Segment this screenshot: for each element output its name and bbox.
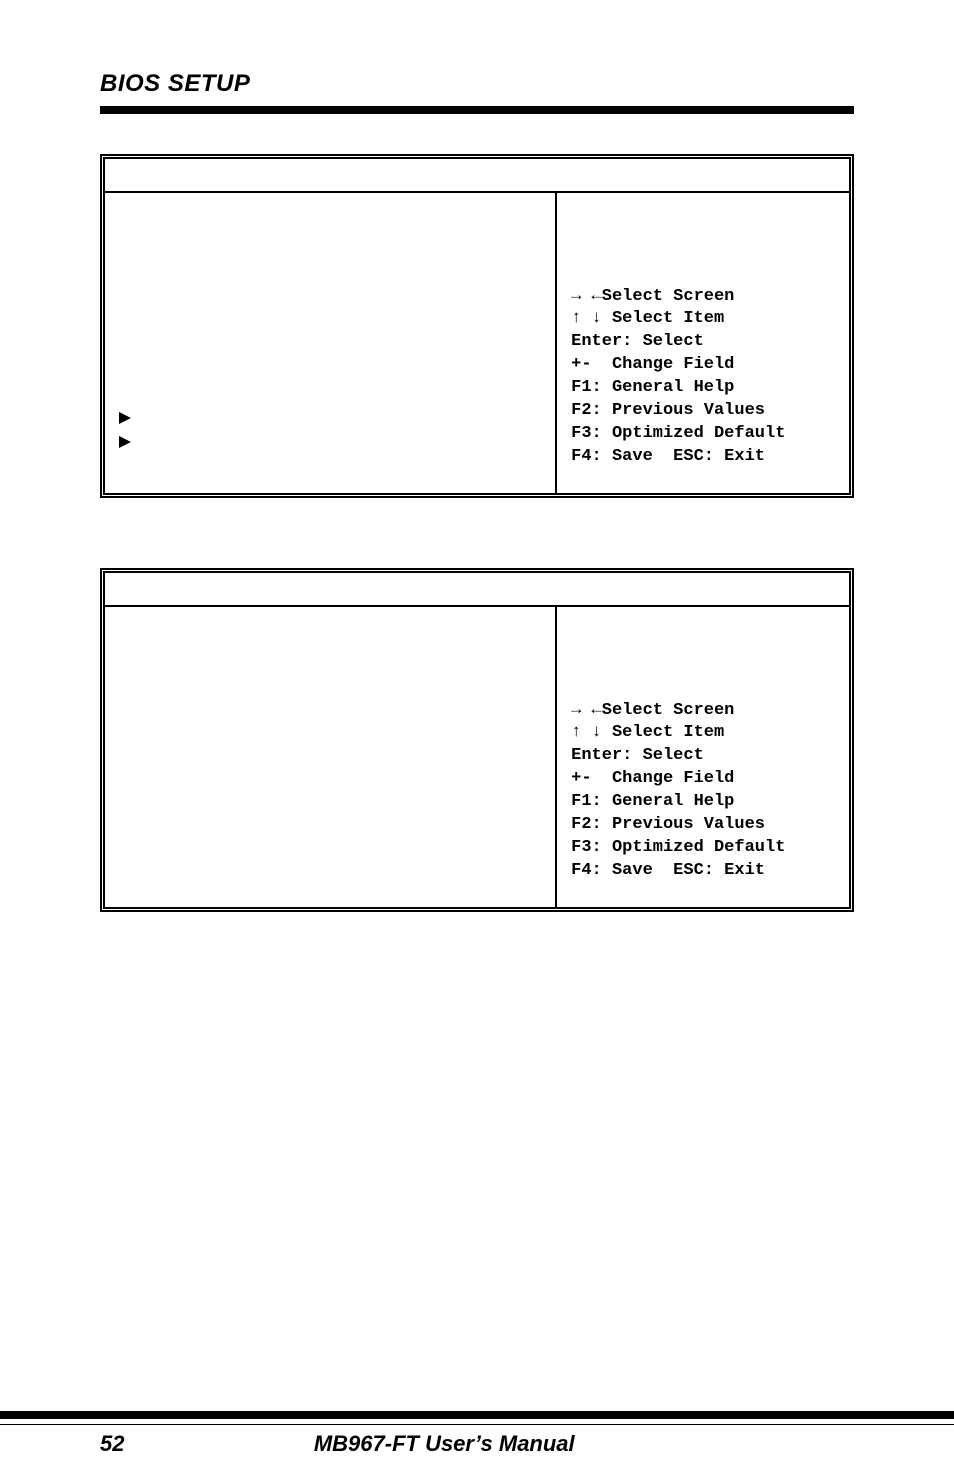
- submenu-icon: [119, 436, 131, 448]
- help-line: → ←Select Screen: [571, 700, 835, 723]
- footer-bar-thick: [0, 1411, 954, 1419]
- help-line: F3: Optimized Default: [571, 423, 835, 446]
- footer-bar-thin: [0, 1424, 954, 1425]
- help-line: F2: Previous Values: [571, 814, 835, 837]
- menu-item[interactable]: [119, 431, 137, 455]
- help-line: F4: Save ESC: Exit: [571, 860, 835, 883]
- bios-menu-tabs: [105, 159, 849, 193]
- bios-left-pane: [105, 607, 555, 907]
- help-line: → ←Select Screen: [571, 286, 835, 309]
- manual-title: MB967-FT User’s Manual: [74, 1431, 814, 1457]
- help-line: F1: General Help: [571, 791, 835, 814]
- bios-panel-1: → ←Select Screen ↑ ↓ Select Item Enter: …: [100, 154, 854, 498]
- bios-left-pane: [105, 193, 555, 493]
- help-line: +- Change Field: [571, 768, 835, 791]
- help-line: F3: Optimized Default: [571, 837, 835, 860]
- submenu-icon: [119, 412, 131, 424]
- help-line: Enter: Select: [571, 745, 835, 768]
- help-line: Enter: Select: [571, 331, 835, 354]
- chapter-heading: BIOS SETUP: [100, 70, 854, 98]
- bios-help-pane: → ←Select Screen ↑ ↓ Select Item Enter: …: [555, 193, 849, 493]
- header-divider: [100, 106, 854, 114]
- menu-item[interactable]: [119, 407, 137, 431]
- help-line: ↑ ↓ Select Item: [571, 308, 835, 331]
- bios-help-pane: → ←Select Screen ↑ ↓ Select Item Enter: …: [555, 607, 849, 907]
- help-line: F2: Previous Values: [571, 400, 835, 423]
- help-line: F4: Save ESC: Exit: [571, 446, 835, 469]
- help-line: +- Change Field: [571, 354, 835, 377]
- bios-menu-tabs: [105, 573, 849, 607]
- help-line: F1: General Help: [571, 377, 835, 400]
- help-line: ↑ ↓ Select Item: [571, 722, 835, 745]
- bios-panel-2: → ←Select Screen ↑ ↓ Select Item Enter: …: [100, 568, 854, 912]
